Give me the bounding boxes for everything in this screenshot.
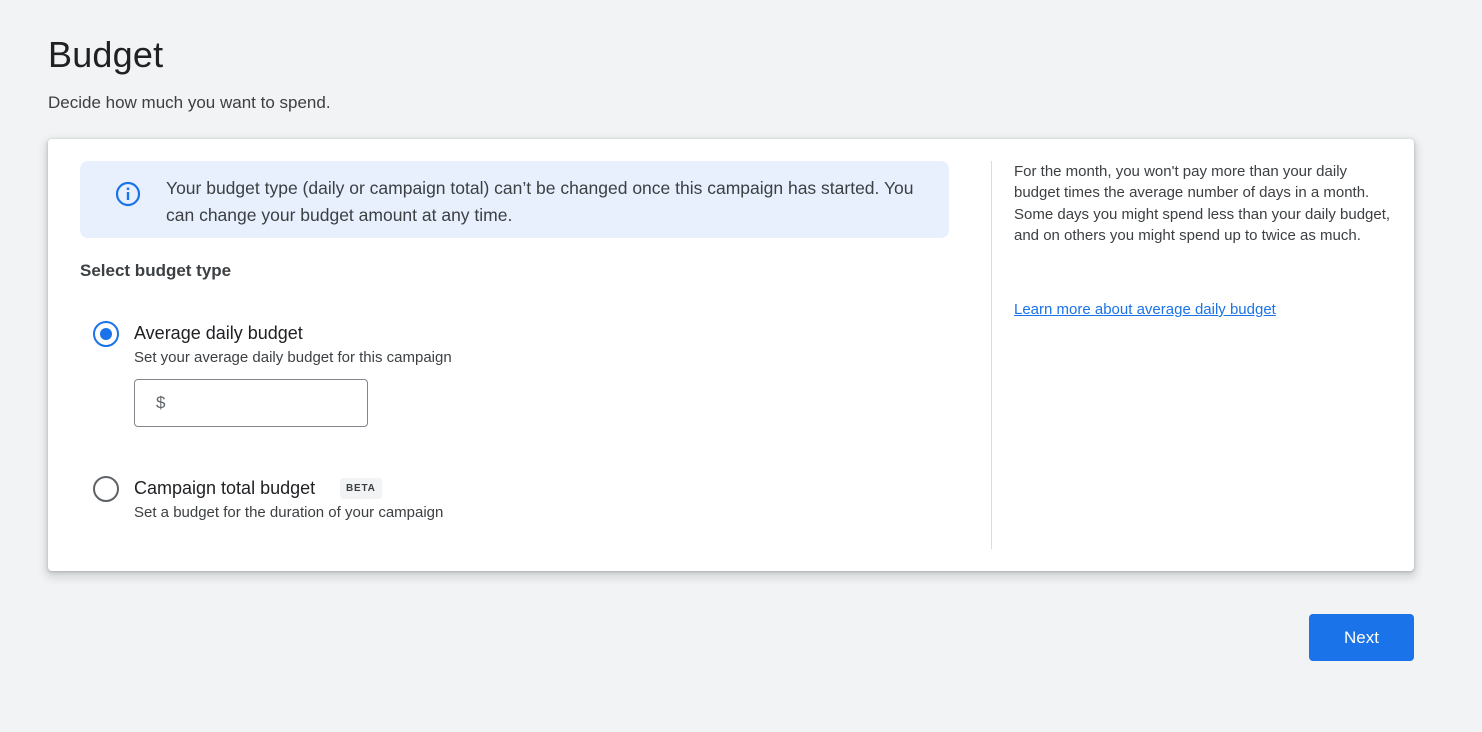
average-daily-budget-title[interactable]: Average daily budget — [134, 323, 303, 344]
help-text: For the month, you won't pay more than y… — [1014, 163, 1391, 245]
learn-more-link[interactable]: Learn more about average daily budget — [1014, 301, 1276, 318]
daily-budget-field[interactable]: $ — [134, 379, 368, 427]
beta-badge: BETA — [340, 478, 382, 499]
info-icon — [115, 181, 141, 207]
campaign-total-budget-title[interactable]: Campaign total budget — [134, 478, 315, 499]
campaign-total-budget-description: Set a budget for the duration of your ca… — [134, 504, 444, 521]
campaign-total-budget-radio[interactable] — [93, 476, 119, 502]
currency-symbol: $ — [156, 393, 166, 412]
daily-budget-input[interactable] — [175, 388, 355, 418]
budget-card: Your budget type (daily or campaign tota… — [48, 139, 1414, 571]
budget-type-label: Select budget type — [80, 261, 232, 280]
average-daily-budget-description: Set your average daily budget for this c… — [134, 349, 452, 366]
page-title: Budget — [48, 34, 164, 75]
info-banner-text: Your budget type (daily or campaign tota… — [166, 178, 914, 225]
panel-divider — [991, 161, 992, 549]
page-subtitle: Decide how much you want to spend. — [48, 93, 331, 112]
info-banner: Your budget type (daily or campaign tota… — [80, 161, 949, 238]
next-button[interactable]: Next — [1309, 614, 1414, 661]
average-daily-budget-radio[interactable] — [93, 321, 119, 347]
